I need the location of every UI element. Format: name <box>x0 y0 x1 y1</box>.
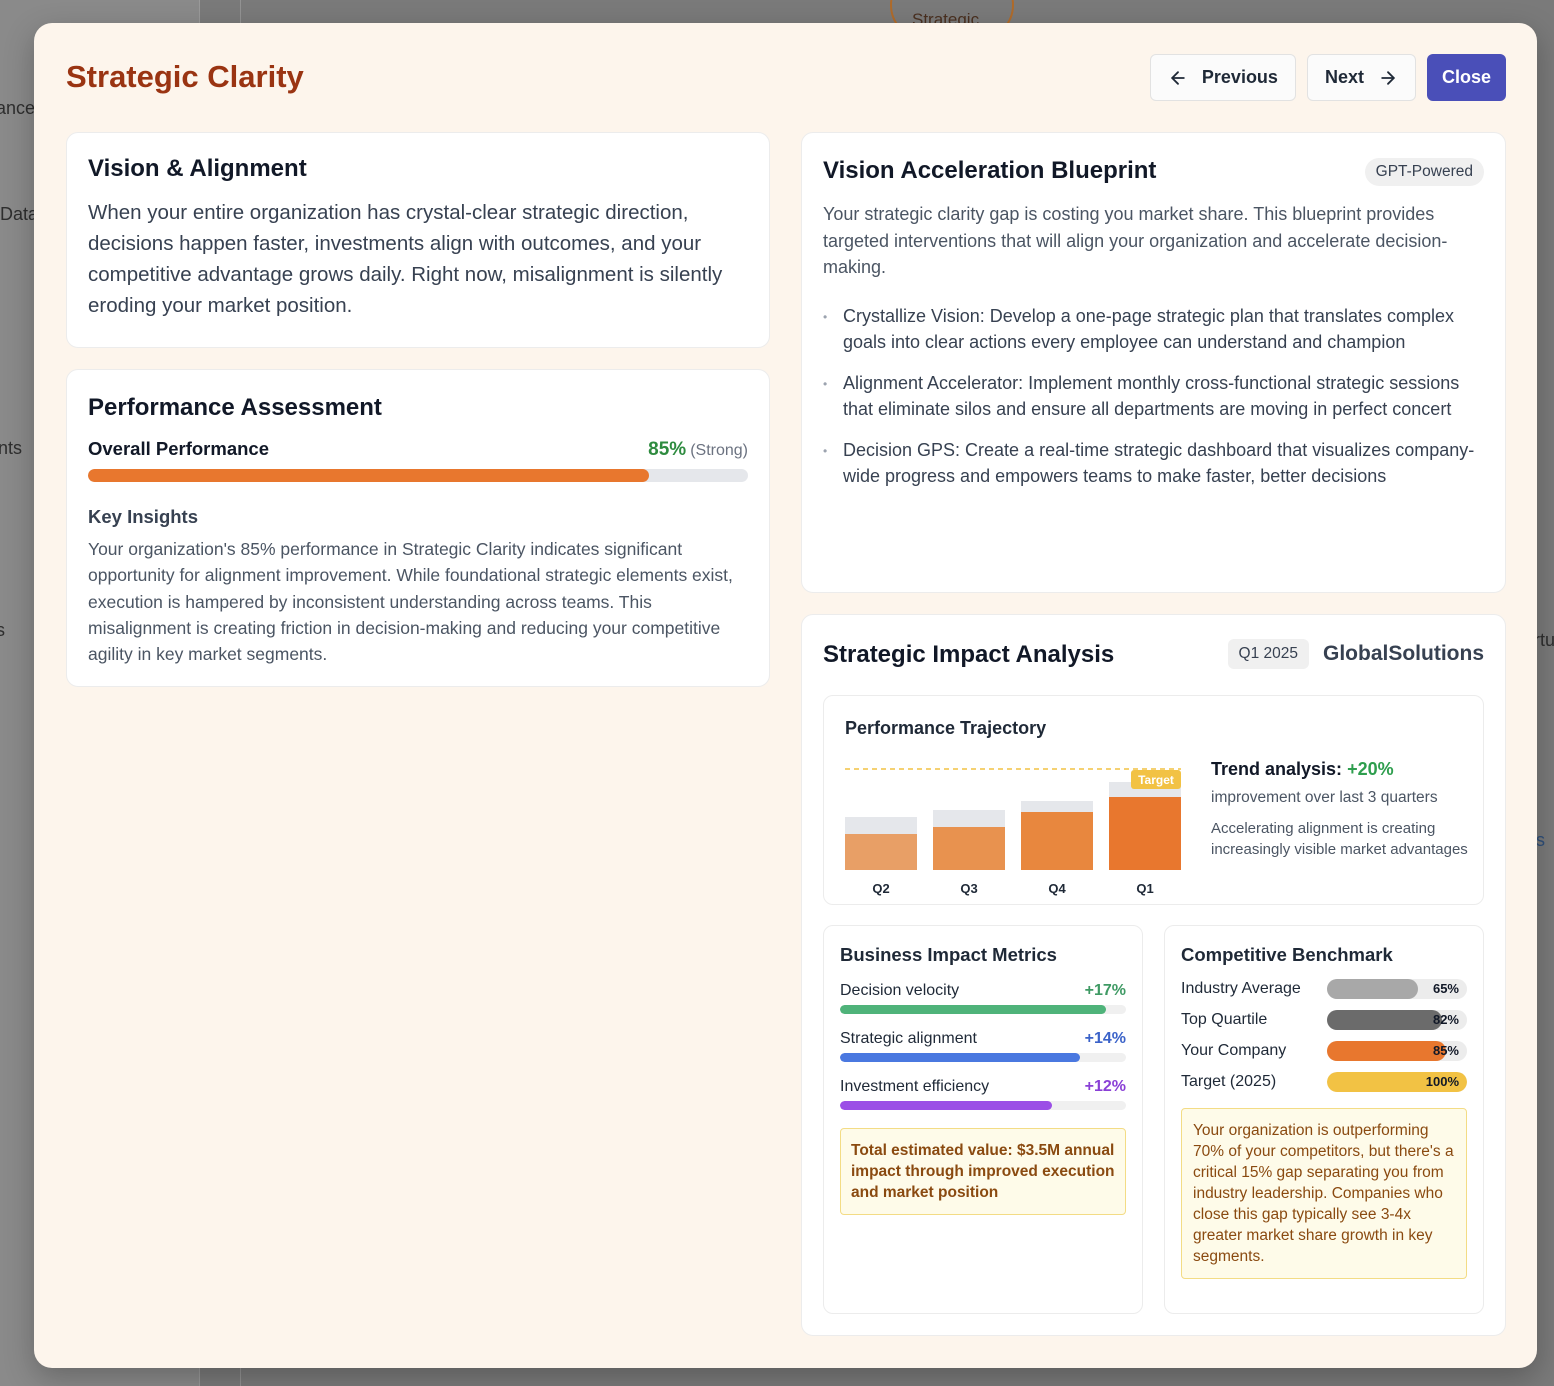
previous-button[interactable]: Previous <box>1149 54 1296 101</box>
trajectory-tick-label: Q1 <box>1136 881 1153 896</box>
benchmark-bar-fill <box>1327 1041 1446 1061</box>
metric-value: +14% <box>1084 1030 1126 1047</box>
benchmark-value: 65% <box>1432 981 1459 996</box>
metric-bar-fill <box>840 1101 1052 1110</box>
metrics-list: Decision velocity +17% Strategic alignment… <box>840 982 1126 1110</box>
benchmark-value: 85% <box>1432 1043 1459 1058</box>
benchmark-label: Top Quartile <box>1181 1011 1268 1028</box>
gpt-powered-badge: GPT-Powered <box>1364 158 1484 186</box>
strategic-clarity-modal: Strategic Clarity Previous Next Close Vi… <box>34 23 1537 1368</box>
key-insights-text: Your organization's 85% performance in S… <box>88 539 733 665</box>
modal-header-actions: Previous Next Close <box>1149 54 1506 101</box>
background-text: nts <box>0 438 23 458</box>
target-badge-label: Target <box>1138 773 1174 787</box>
benchmark-bar-fill <box>1327 1010 1442 1030</box>
benchmark-label: Your Company <box>1181 1042 1287 1059</box>
background-text: Data <box>0 204 39 224</box>
background-text: rtu <box>1534 630 1554 650</box>
company-name: GlobalSolutions <box>1323 642 1484 665</box>
overall-performance-fill <box>88 469 649 482</box>
blueprint-intro: Your strategic clarity gap is costing yo… <box>823 204 1448 277</box>
benchmark-note: Your organization is outperforming 70% o… <box>1181 1108 1467 1279</box>
trajectory-tick-label: Q3 <box>960 881 977 896</box>
overall-performance-row: Overall Performance 85% (Strong) <box>88 438 748 461</box>
benchmark-bar: 85% <box>1327 1041 1467 1061</box>
metric-label: Strategic alignment <box>840 1030 977 1047</box>
trajectory-tick-label: Q4 <box>1048 881 1066 896</box>
metric-bar <box>840 1005 1126 1014</box>
metric-row: Decision velocity +17% <box>840 982 1126 1000</box>
vision-body: When your entire organization has crysta… <box>88 201 723 317</box>
blueprint-item: Decision GPS: Create a real-time strateg… <box>823 437 1484 490</box>
arrow-left-icon <box>1171 70 1185 85</box>
benchmark-bar: 65% <box>1327 979 1467 999</box>
modal-title: Strategic Clarity <box>66 59 304 94</box>
benchmark-row: Target (2025) 100% <box>1181 1071 1467 1093</box>
trend-analysis: Trend analysis: +20% improvement over la… <box>1211 759 1473 860</box>
metric-label: Investment efficiency <box>840 1078 990 1095</box>
trajectory-bar <box>933 827 1005 870</box>
benchmark-row: Your Company 85% <box>1181 1040 1467 1062</box>
trajectory-bar <box>845 834 917 870</box>
competitive-benchmark: Competitive Benchmark Industry Average 6… <box>1164 925 1484 1314</box>
vision-title: Vision & Alignment <box>88 155 307 182</box>
benchmark-row: Industry Average 65% <box>1181 978 1467 1000</box>
quarter-badge: Q1 2025 <box>1227 639 1309 669</box>
metrics-title: Business Impact Metrics <box>840 944 1057 965</box>
overall-performance-label: Overall Performance <box>88 438 269 459</box>
metric-bar-fill <box>840 1053 1081 1062</box>
blueprint-item: Alignment Accelerator: Implement monthly… <box>823 370 1484 423</box>
benchmark-value: 82% <box>1432 1012 1459 1027</box>
previous-button-label: Previous <box>1201 67 1278 87</box>
performance-card: Performance Assessment Overall Performan… <box>66 369 770 687</box>
trend-value: +20% <box>1347 759 1394 779</box>
overall-performance-bar <box>88 469 748 482</box>
metric-value: +12% <box>1084 1078 1126 1095</box>
next-button-label: Next <box>1324 67 1364 87</box>
metric-value: +17% <box>1084 982 1126 999</box>
arrow-right-icon <box>1381 70 1395 85</box>
benchmark-bar: 100% <box>1327 1072 1467 1092</box>
estimated-value-note: Total estimated value: $3.5M annual impa… <box>840 1128 1126 1215</box>
key-insights-title: Key Insights <box>88 506 198 527</box>
trajectory-tick-label: Q2 <box>872 881 889 896</box>
blueprint-card: Vision Acceleration Blueprint GPT-Powere… <box>801 132 1506 593</box>
metric-row: Strategic alignment +14% <box>840 1030 1126 1048</box>
blueprint-item: Crystallize Vision: Develop a one-page s… <box>823 303 1484 356</box>
metric-bar <box>840 1053 1126 1062</box>
metric-label: Decision velocity <box>840 982 960 999</box>
background-text: s <box>1536 830 1545 850</box>
performance-trajectory-panel: Performance Trajectory Q2 Q3 Q4 Q1 Target Tr… <box>823 695 1484 905</box>
metric-bar <box>840 1101 1126 1110</box>
benchmark-list: Industry Average 65% Top Quartile 82% Yo… <box>1181 978 1467 1093</box>
benchmark-label: Target (2025) <box>1181 1073 1277 1090</box>
impact-header-meta: Q1 2025 GlobalSolutions <box>1227 639 1484 669</box>
overall-performance-value: 85% <box>648 439 687 460</box>
trajectory-title: Performance Trajectory <box>845 718 1047 738</box>
performance-rating: (Strong) <box>690 442 748 459</box>
benchmark-value: 100% <box>1425 1074 1459 1089</box>
benchmark-bar-fill <box>1327 979 1418 999</box>
close-button[interactable]: Close <box>1426 54 1506 101</box>
business-impact-metrics: Business Impact Metrics Decision velocit… <box>823 925 1143 1314</box>
trajectory-chart: Q2 Q3 Q4 Q1 Target <box>845 768 1181 896</box>
metric-bar-fill <box>840 1005 1106 1014</box>
trend-label: Trend analysis: <box>1211 759 1343 779</box>
benchmark-title: Competitive Benchmark <box>1181 944 1393 965</box>
benchmark-bar: 82% <box>1327 1010 1467 1030</box>
trend-note: Accelerating alignment is creating incre… <box>1211 820 1468 858</box>
impact-card: Strategic Impact Analysis Q1 2025 Global… <box>801 614 1506 1336</box>
blueprint-list: Crystallize Vision: Develop a one-page s… <box>823 303 1484 490</box>
next-button[interactable]: Next <box>1306 54 1416 101</box>
benchmark-row: Top Quartile 82% <box>1181 1009 1467 1031</box>
trajectory-bar <box>1021 812 1093 870</box>
vision-card: Vision & Alignment When your entire orga… <box>66 132 770 348</box>
benchmark-label: Industry Average <box>1181 980 1301 997</box>
trend-subtext: improvement over last 3 quarters <box>1211 789 1438 806</box>
trajectory-bar <box>1109 797 1181 870</box>
background-text: s <box>0 620 5 640</box>
performance-title: Performance Assessment <box>88 394 382 421</box>
metric-row: Investment efficiency +12% <box>840 1078 1126 1096</box>
background-text: ance <box>0 98 36 118</box>
